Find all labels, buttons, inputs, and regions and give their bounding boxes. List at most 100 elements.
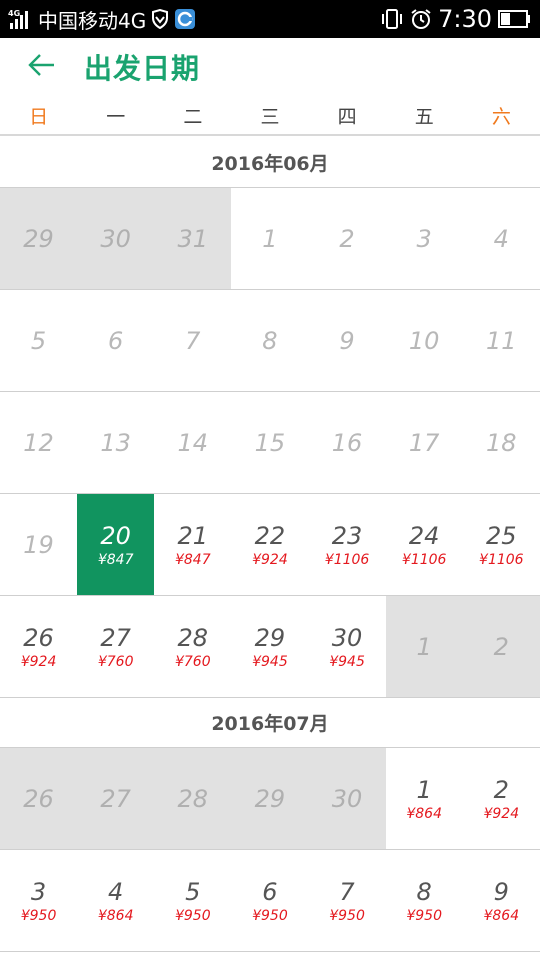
day-cell: 27 bbox=[77, 748, 155, 849]
day-number: 29 bbox=[254, 623, 286, 652]
day-number: 15 bbox=[254, 428, 286, 457]
day-price: ¥950 bbox=[406, 907, 442, 924]
day-number: 17 bbox=[408, 428, 440, 457]
day-price: ¥1106 bbox=[479, 551, 524, 568]
day-cell: 13 bbox=[77, 392, 154, 493]
day-number: 6 bbox=[262, 877, 278, 906]
day-cell[interactable]: 24 ¥1106 bbox=[386, 494, 463, 595]
day-cell[interactable]: 2 ¥924 bbox=[463, 748, 540, 849]
day-price: ¥924 bbox=[252, 551, 288, 568]
day-cell[interactable]: 6 ¥950 bbox=[231, 850, 308, 951]
day-cell[interactable]: 21 ¥847 bbox=[154, 494, 231, 595]
day-price: ¥864 bbox=[406, 805, 442, 822]
day-number: 24 bbox=[408, 521, 440, 550]
week-row: 26 27 28 29 30 1 ¥864 2 ¥924 bbox=[0, 748, 540, 850]
day-number: 31 bbox=[177, 224, 209, 253]
day-cell[interactable]: 30 ¥945 bbox=[309, 596, 386, 697]
day-cell[interactable]: 3 ¥950 bbox=[0, 850, 77, 951]
day-number: 5 bbox=[30, 326, 47, 355]
day-price: ¥864 bbox=[97, 907, 134, 924]
day-cell: 28 bbox=[154, 748, 232, 849]
day-cell: 8 bbox=[231, 290, 308, 391]
day-number: 11 bbox=[486, 326, 517, 355]
day-cell[interactable]: 9 ¥864 bbox=[463, 850, 540, 951]
weekday-mon: 一 bbox=[106, 105, 126, 128]
day-cell[interactable]: 25 ¥1106 bbox=[463, 494, 540, 595]
day-number: 9 bbox=[339, 326, 355, 355]
status-bar: 4G 中国移动4G 7:30 bbox=[0, 0, 540, 38]
day-cell[interactable]: 22 ¥924 bbox=[231, 494, 308, 595]
day-cell[interactable]: 7 ¥950 bbox=[309, 850, 386, 951]
day-number: 30 bbox=[331, 784, 363, 813]
day-cell: 2 bbox=[309, 188, 386, 289]
day-cell[interactable]: 26 ¥924 bbox=[0, 596, 77, 697]
day-number: 26 bbox=[23, 784, 54, 813]
day-cell: 15 bbox=[231, 392, 308, 493]
day-number: 29 bbox=[254, 784, 286, 813]
day-price: ¥864 bbox=[483, 907, 520, 924]
day-cell: 1 bbox=[231, 188, 308, 289]
day-cell: 30 bbox=[77, 188, 155, 289]
day-number: 7 bbox=[185, 326, 201, 355]
svg-text:4G: 4G bbox=[8, 9, 20, 18]
clock-time: 7:30 bbox=[438, 5, 492, 33]
alarm-icon bbox=[410, 8, 432, 30]
day-cell: 2 bbox=[462, 596, 540, 697]
day-cell-selected[interactable]: 20 ¥847 bbox=[77, 494, 155, 595]
day-cell[interactable]: 29 ¥945 bbox=[231, 596, 308, 697]
day-number: 26 bbox=[23, 623, 54, 652]
day-cell[interactable]: 5 ¥950 bbox=[154, 850, 231, 951]
day-number: 20 bbox=[100, 521, 131, 550]
app-header: 出发日期 bbox=[0, 38, 540, 96]
day-number: 19 bbox=[23, 530, 54, 559]
day-price: ¥945 bbox=[252, 653, 288, 670]
day-number: 4 bbox=[108, 877, 124, 906]
weekday-thu: 四 bbox=[337, 105, 357, 128]
day-number: 27 bbox=[100, 784, 131, 813]
day-price: ¥950 bbox=[20, 907, 57, 924]
day-cell: 29 bbox=[0, 188, 78, 289]
day-number: 8 bbox=[416, 877, 432, 906]
day-number: 7 bbox=[339, 877, 355, 906]
weekday-sun: 日 bbox=[29, 105, 49, 128]
day-cell[interactable]: 8 ¥950 bbox=[386, 850, 463, 951]
signal-icon: 4G bbox=[8, 8, 34, 30]
day-cell[interactable]: 4 ¥864 bbox=[77, 850, 154, 951]
day-number: 2 bbox=[493, 632, 509, 661]
day-cell[interactable]: 23 ¥1106 bbox=[309, 494, 386, 595]
day-number: 28 bbox=[177, 784, 209, 813]
day-number: 9 bbox=[493, 877, 509, 906]
day-price: ¥945 bbox=[329, 653, 365, 670]
day-number: 10 bbox=[408, 326, 440, 355]
day-cell: 31 bbox=[154, 188, 232, 289]
day-cell: 18 bbox=[463, 392, 540, 493]
month-header: 2016年06月 bbox=[0, 138, 540, 188]
day-cell: 10 bbox=[386, 290, 463, 391]
weekday-sat: 六 bbox=[491, 105, 511, 128]
day-cell[interactable]: 1 ¥864 bbox=[386, 748, 463, 849]
day-number: 25 bbox=[486, 521, 517, 550]
day-number: 1 bbox=[262, 224, 278, 253]
weekday-fri: 五 bbox=[414, 105, 434, 128]
day-number: 16 bbox=[331, 428, 363, 457]
day-cell[interactable]: 28 ¥760 bbox=[154, 596, 231, 697]
week-row: 19 20 ¥847 21 ¥847 22 ¥924 23 ¥1106 24 ¥1106 25 ¥110… bbox=[0, 494, 540, 596]
back-button[interactable] bbox=[0, 38, 84, 96]
day-cell: 5 bbox=[0, 290, 77, 391]
day-cell: 11 bbox=[463, 290, 540, 391]
day-price: ¥847 bbox=[97, 551, 134, 568]
weekday-header: 日 一 二 三 四 五 六 bbox=[0, 96, 540, 136]
day-number: 6 bbox=[108, 326, 124, 355]
day-number: 3 bbox=[30, 877, 47, 906]
day-cell[interactable]: 27 ¥760 bbox=[77, 596, 154, 697]
day-number: 8 bbox=[262, 326, 278, 355]
day-number: 4 bbox=[493, 224, 509, 253]
day-price: ¥847 bbox=[174, 551, 211, 568]
day-cell: 4 bbox=[463, 188, 540, 289]
week-row: 3 ¥950 4 ¥864 5 ¥950 6 ¥950 7 ¥950 8 ¥950 9 ¥864 bbox=[0, 850, 540, 952]
day-cell: 26 bbox=[0, 748, 78, 849]
day-number: 18 bbox=[486, 428, 517, 457]
day-cell: 6 bbox=[77, 290, 154, 391]
day-cell: 14 bbox=[154, 392, 231, 493]
week-row: 12 13 14 15 16 17 18 bbox=[0, 392, 540, 494]
